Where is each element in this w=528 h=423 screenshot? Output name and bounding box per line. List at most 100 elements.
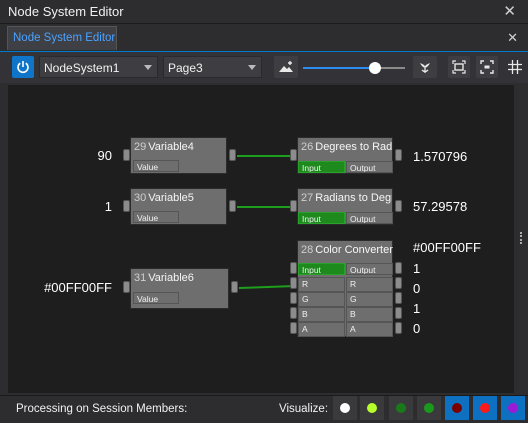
grid-button[interactable] — [504, 56, 526, 78]
node-name: Variable4 — [148, 141, 194, 153]
port-value[interactable]: Value — [133, 211, 179, 223]
window-titlebar: Node System Editor ✕ — [0, 0, 528, 24]
output-port-handle[interactable] — [395, 277, 402, 289]
input-port-handle[interactable] — [290, 200, 297, 212]
port-input[interactable]: Input — [298, 212, 345, 224]
visualize-purple-button[interactable] — [501, 396, 525, 420]
power-button[interactable] — [12, 56, 34, 78]
color-dot-icon — [508, 403, 518, 413]
port-r-in[interactable]: R — [298, 277, 345, 292]
result-label: #00FF00FF — [413, 240, 481, 255]
node-system-select[interactable]: NodeSystem1 — [39, 56, 158, 78]
output-port-handle[interactable] — [395, 262, 402, 274]
port-value[interactable]: Value — [133, 292, 179, 304]
port-g-out[interactable]: G — [346, 292, 393, 307]
output-port-handle[interactable] — [395, 307, 402, 319]
color-dot-icon — [396, 403, 406, 413]
visualize-white-button[interactable] — [333, 396, 357, 420]
tab-node-system-editor[interactable]: Node System Editor — [7, 26, 117, 50]
node-name: Radians to Degrees — [315, 192, 392, 204]
port-g-in[interactable]: G — [298, 292, 345, 307]
node-title: 31 Variable6 — [131, 269, 194, 289]
port-a-in[interactable]: A — [298, 322, 345, 337]
input-port-handle[interactable] — [290, 262, 297, 274]
tab-label: Node System Editor — [13, 32, 116, 44]
image-button[interactable] — [274, 56, 298, 78]
session-members-label: Processing on Session Members: — [16, 403, 188, 415]
zoom-slider-fill — [303, 67, 376, 69]
input-port-handle[interactable] — [290, 322, 297, 334]
port-output[interactable]: Output — [346, 212, 393, 224]
input-port-handle[interactable] — [290, 149, 297, 161]
node-id: 31 — [134, 272, 147, 284]
color-dot-icon — [480, 403, 490, 413]
zoom-slider[interactable] — [303, 62, 405, 74]
port-input[interactable]: Input — [298, 263, 345, 275]
port-value[interactable]: Value — [133, 160, 179, 172]
input-port-handle[interactable] — [123, 200, 130, 212]
output-port-handle[interactable] — [229, 200, 236, 212]
node-id: 27 — [301, 192, 314, 204]
node-variable5[interactable]: 30 Variable5 Value — [130, 188, 227, 225]
flower-icon — [420, 63, 430, 73]
input-port-handle[interactable] — [123, 281, 130, 293]
port-b-in[interactable]: B — [298, 307, 345, 322]
node-name: Variable6 — [148, 272, 194, 284]
output-port-handle[interactable] — [395, 149, 402, 161]
node-title: 28 Color Converter — [298, 241, 393, 261]
port-a-out[interactable]: A — [346, 322, 393, 337]
result-label: 1 — [413, 261, 421, 276]
input-port-handle[interactable] — [290, 307, 297, 319]
page-value: Page3 — [168, 61, 203, 75]
node-id: 26 — [301, 141, 314, 153]
resize-grip[interactable] — [520, 232, 522, 244]
fit-all-icon — [480, 60, 494, 74]
port-output[interactable]: Output — [346, 263, 393, 275]
output-port-handle[interactable] — [395, 200, 402, 212]
fit-selection-button[interactable] — [448, 56, 470, 78]
port-r-out[interactable]: R — [346, 277, 393, 292]
visualize-darkred-button[interactable] — [445, 396, 469, 420]
visualize-red-button[interactable] — [473, 396, 497, 420]
node-variable6[interactable]: 31 Variable6 Value — [130, 268, 229, 309]
visualize-darkgreen-button[interactable] — [389, 396, 413, 420]
tab-bar: Node System Editor ✕ — [0, 24, 528, 52]
tab-close-icon[interactable]: ✕ — [507, 30, 518, 46]
port-input[interactable]: Input — [298, 161, 345, 173]
node-id: 30 — [134, 192, 147, 204]
node-name: Degrees to Radians — [315, 141, 392, 153]
port-output[interactable]: Output — [346, 161, 393, 173]
node-title: 26Degrees to Radians — [298, 138, 392, 158]
input-port-handle[interactable] — [123, 149, 130, 161]
node-color-converter[interactable]: 28 Color Converter Input R G B A Output R… — [297, 240, 393, 337]
input-port-handle[interactable] — [290, 277, 297, 289]
value-label: 90 — [97, 148, 112, 163]
node-radians-to-degrees[interactable]: 27Radians to Degrees Input Output — [297, 188, 393, 225]
output-port-handle[interactable] — [395, 322, 402, 334]
visualize-lime-button[interactable] — [360, 396, 384, 420]
grid-icon — [508, 60, 522, 74]
power-icon — [17, 61, 29, 74]
wire-29-26 — [237, 155, 297, 157]
fit-selection-icon — [452, 60, 466, 74]
node-system-value: NodeSystem1 — [44, 61, 120, 75]
toolbar: NodeSystem1 Page3 — [0, 52, 528, 83]
port-b-out[interactable]: B — [346, 307, 393, 322]
page-select[interactable]: Page3 — [163, 56, 262, 78]
result-label: 1 — [413, 301, 421, 316]
output-port-handle[interactable] — [229, 149, 236, 161]
fit-all-button[interactable] — [476, 56, 498, 78]
window-close-icon[interactable]: ✕ — [503, 2, 516, 20]
flower-button[interactable] — [413, 56, 437, 78]
node-canvas[interactable] — [8, 85, 514, 393]
node-variable4[interactable]: 29 Variable4 Value — [130, 137, 227, 174]
chevron-down-icon — [248, 65, 256, 70]
node-name: Color Converter — [315, 244, 393, 256]
output-port-handle[interactable] — [395, 292, 402, 304]
value-label: 1 — [104, 199, 112, 214]
node-degrees-to-radians[interactable]: 26Degrees to Radians Input Output — [297, 137, 393, 174]
input-port-handle[interactable] — [290, 292, 297, 304]
output-port-handle[interactable] — [231, 281, 238, 293]
visualize-green-button[interactable] — [417, 396, 441, 420]
color-dot-icon — [340, 403, 350, 413]
